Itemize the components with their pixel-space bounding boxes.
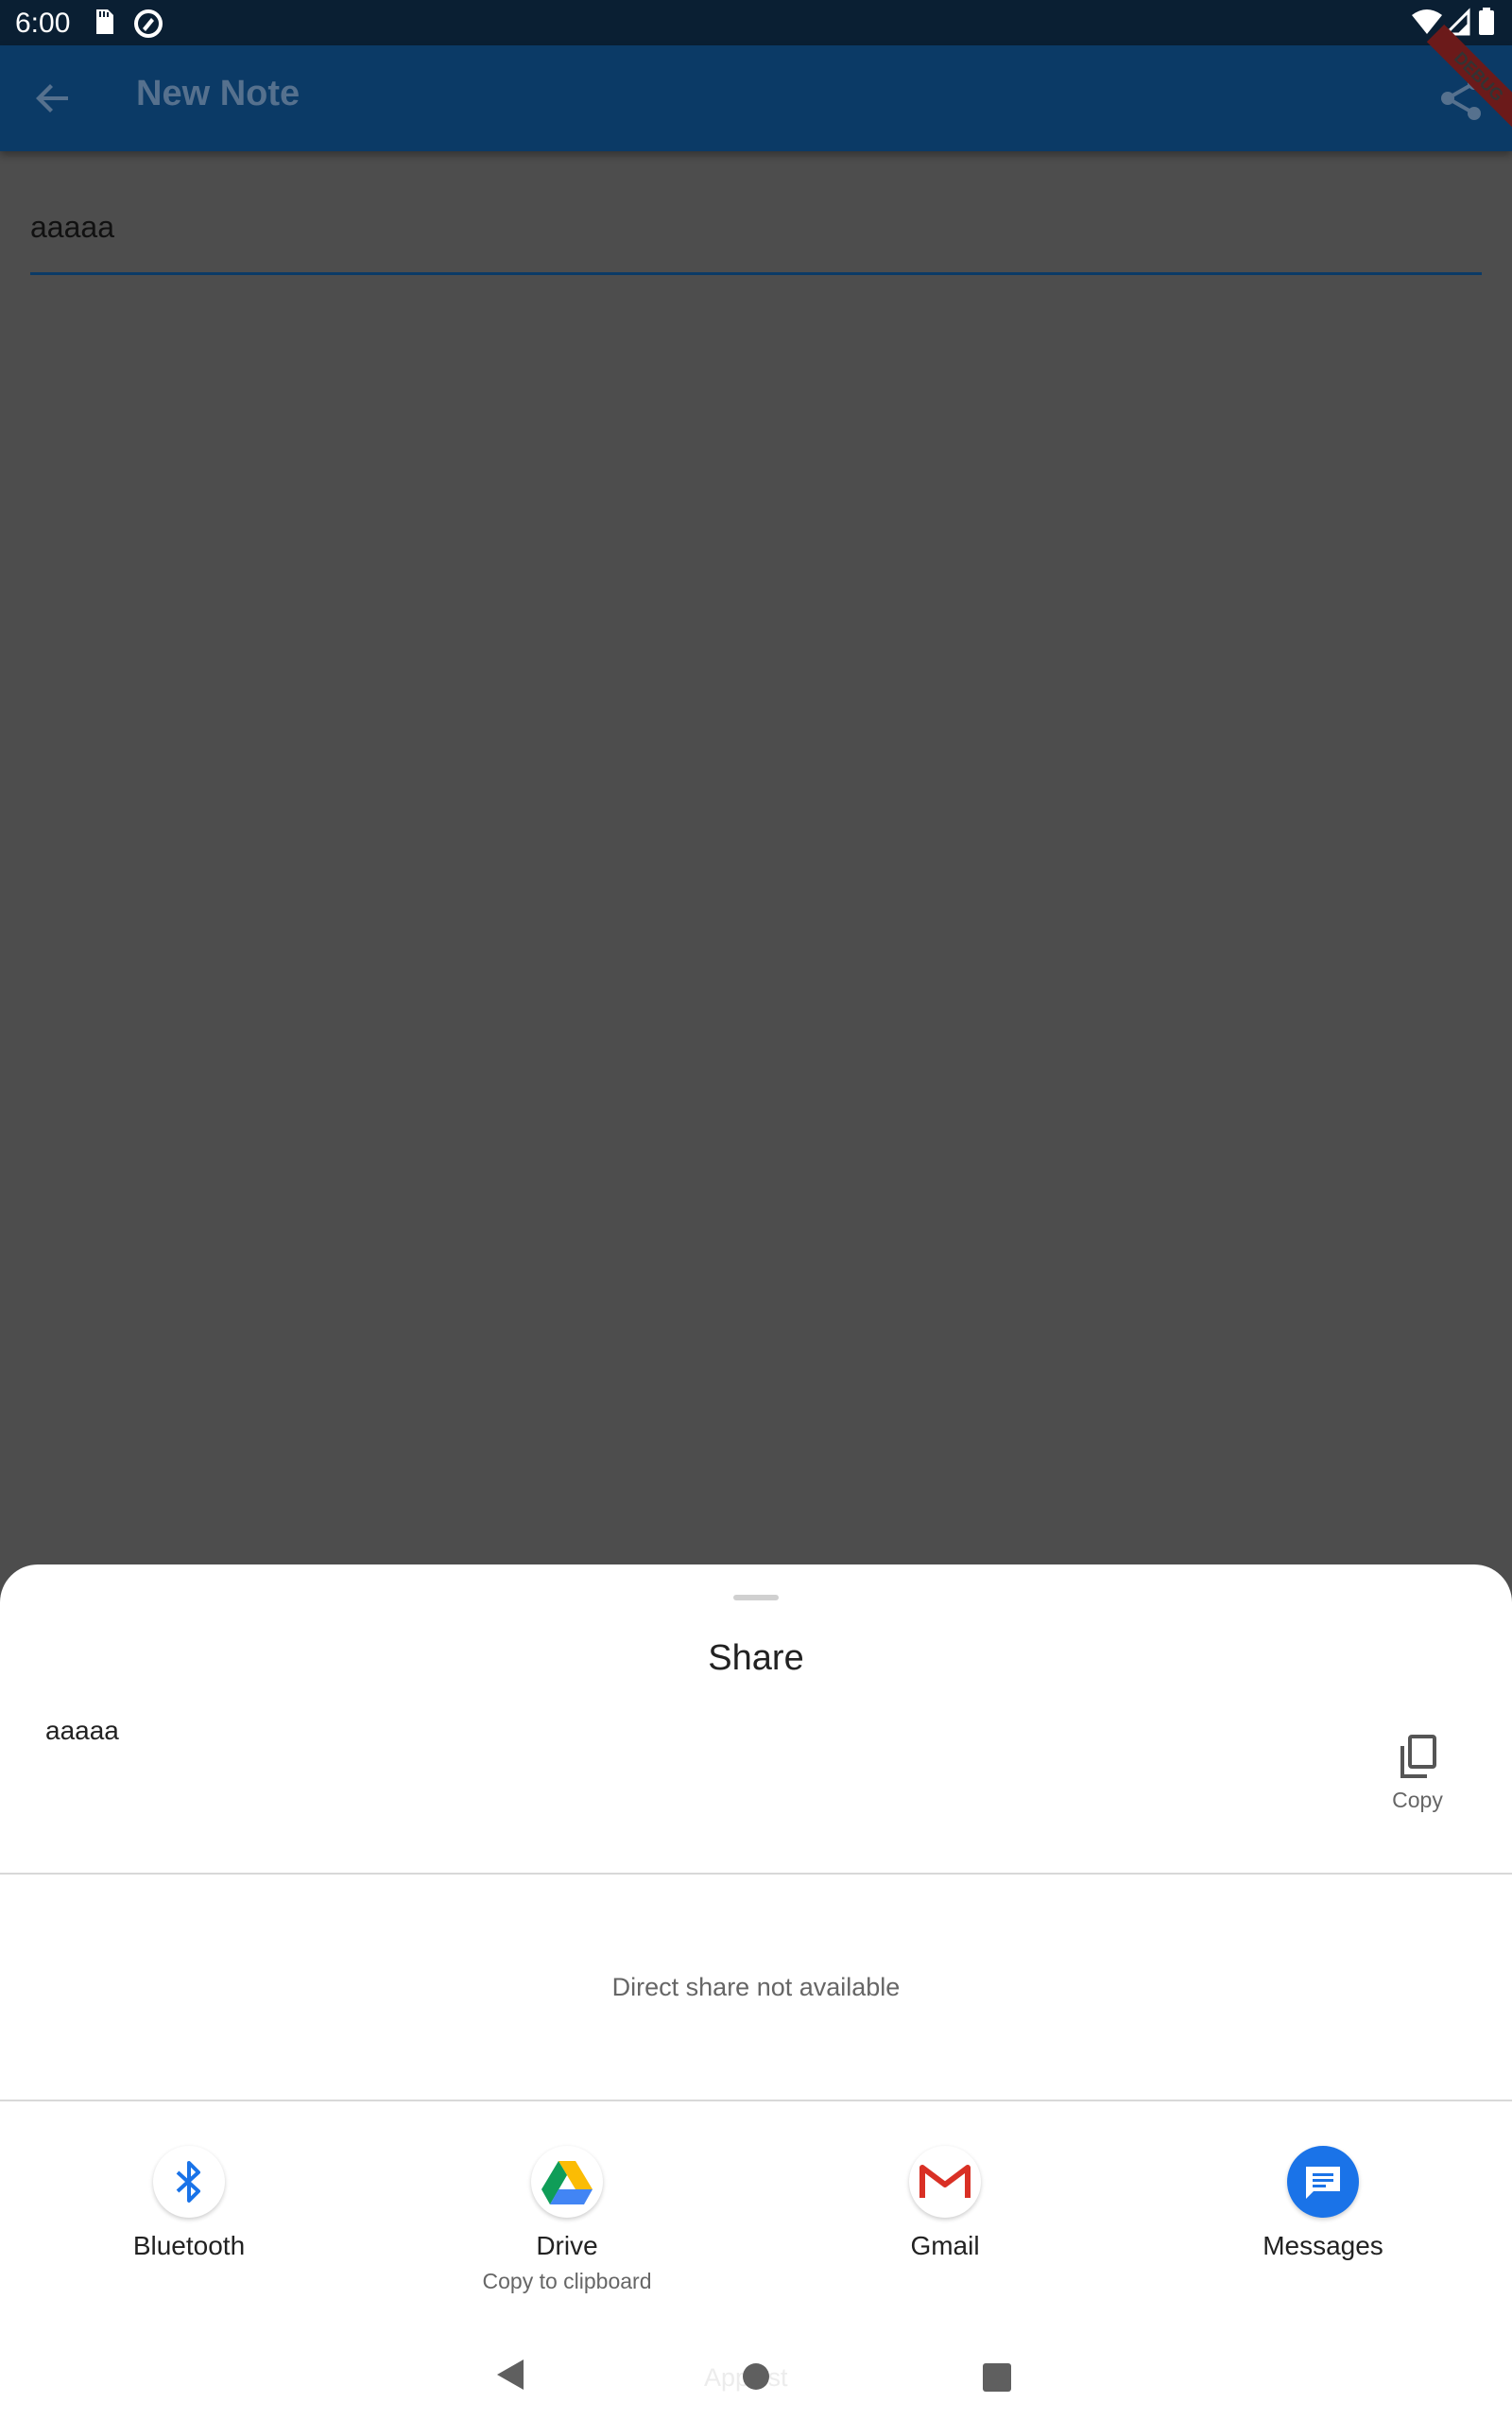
app-label: Bluetooth (132, 2231, 246, 2260)
app-sublabel: Copy to clipboard (482, 2269, 652, 2293)
battery-icon (1478, 8, 1495, 41)
app-label: Messages (1263, 2231, 1383, 2260)
divider (0, 2100, 1512, 2101)
drive-icon (531, 2146, 603, 2218)
status-time: 6:00 (15, 8, 71, 39)
messages-icon (1287, 2146, 1359, 2218)
share-sheet: Share aaaaa Copy Direct share not availa… (0, 1564, 1512, 2420)
gmail-icon (909, 2146, 981, 2218)
copy-label: Copy (1392, 1788, 1443, 1812)
nav-recents-icon[interactable] (983, 2363, 1011, 2392)
nav-home-icon[interactable] (743, 2363, 769, 2390)
app-label: Gmail (910, 2231, 980, 2260)
bluetooth-icon (153, 2146, 225, 2218)
data-saver-icon (132, 8, 164, 44)
nav-back-icon[interactable] (493, 2358, 525, 2396)
page-title: New Note (136, 74, 301, 113)
share-sheet-title: Share (708, 1638, 804, 1678)
navigation-bar: App list (0, 2335, 1512, 2420)
share-target-messages[interactable]: Messages (1134, 2146, 1512, 2261)
copy-button[interactable]: Copy (1361, 1735, 1474, 1848)
drag-handle[interactable] (733, 1595, 779, 1600)
note-input[interactable]: aaaaa (30, 199, 1482, 275)
share-target-drive[interactable]: Drive Copy to clipboard (378, 2146, 756, 2294)
share-target-bluetooth[interactable]: Bluetooth (0, 2146, 378, 2261)
app-label: Drive (536, 2231, 598, 2260)
copy-icon (1361, 1735, 1474, 1780)
app-bar: New Note DEBUG (0, 24, 1512, 151)
note-input-value: aaaaa (30, 210, 114, 244)
share-target-gmail[interactable]: Gmail (756, 2146, 1134, 2261)
back-arrow-icon[interactable] (30, 76, 76, 121)
share-preview-text: aaaaa (45, 1716, 119, 1745)
direct-share-message: Direct share not available (611, 1973, 901, 2001)
divider (0, 1873, 1512, 1875)
status-bar: 6:00 (0, 0, 1512, 45)
sd-card-icon (91, 8, 117, 41)
